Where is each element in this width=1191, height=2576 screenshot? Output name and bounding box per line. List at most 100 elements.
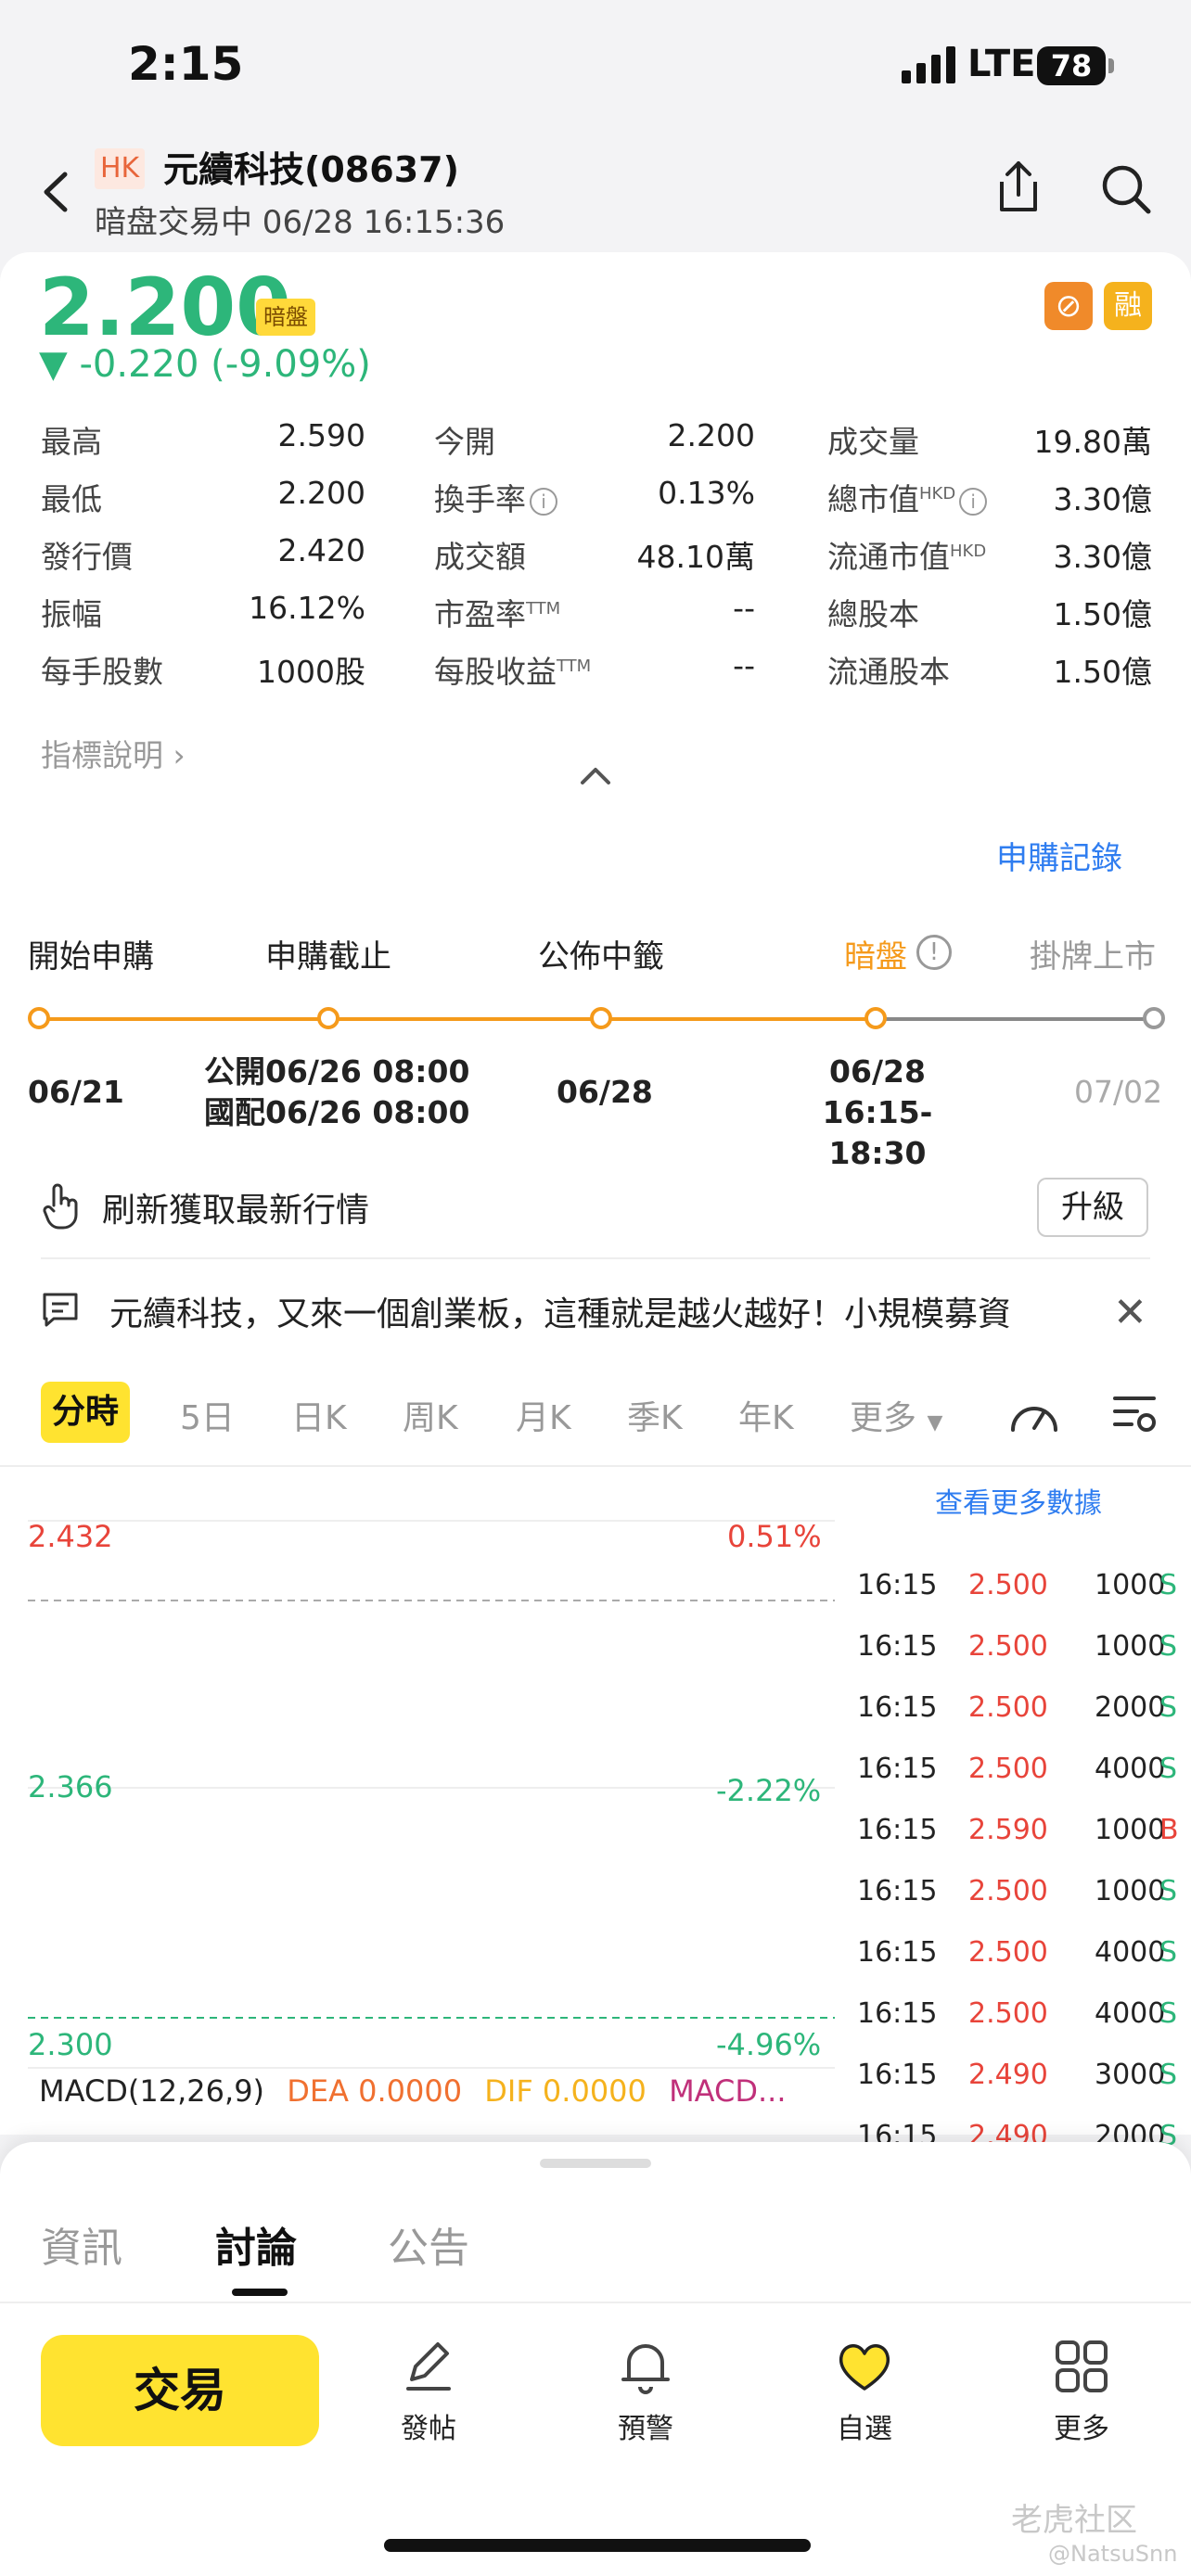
comment-ticker[interactable]: 元續科技，又來一個創業板，這種就是越火越好！小規模募資 bbox=[109, 1287, 1083, 1335]
macd-legend[interactable]: MACD(12,26,9) DEA 0.0000 DIF 0.0000 MACD… bbox=[39, 2073, 787, 2109]
search-icon[interactable] bbox=[1100, 163, 1152, 215]
close-icon[interactable]: ✕ bbox=[1113, 1289, 1147, 1336]
trading-status: 暗盘交易中 06/28 16:15:36 bbox=[95, 204, 506, 241]
tab-news[interactable]: 資訊 bbox=[41, 2214, 122, 2274]
tab-monthly-k[interactable]: 月K bbox=[516, 1391, 571, 1439]
tick-volume: 1000 bbox=[1095, 1814, 1166, 1846]
stat-value: 2.200 bbox=[277, 475, 365, 511]
indicator-explain-link[interactable]: 指標說明 › bbox=[41, 731, 186, 775]
timeline-dot bbox=[864, 1007, 887, 1029]
back-arrow-icon[interactable] bbox=[37, 169, 74, 215]
stat-value: 2.200 bbox=[667, 417, 755, 453]
tick-volume: 1000 bbox=[1095, 1630, 1166, 1663]
tick-volume: 4000 bbox=[1095, 1936, 1166, 1969]
tab-more-label: 更多 bbox=[850, 1399, 917, 1437]
tick-price: 2.500 bbox=[968, 1936, 1048, 1969]
pct-axis-label: -2.22% bbox=[716, 1773, 822, 1808]
tab-more[interactable]: 更多 ▼ bbox=[850, 1391, 942, 1439]
watchlist-label: 自選 bbox=[837, 2413, 892, 2445]
tick-volume: 4000 bbox=[1095, 1753, 1166, 1785]
tick-price: 2.500 bbox=[968, 1875, 1048, 1907]
tab-intraday[interactable]: 分時 bbox=[41, 1382, 131, 1443]
tick-price: 2.590 bbox=[968, 1814, 1048, 1846]
stat-value: 48.10萬 bbox=[636, 539, 755, 575]
timeline-progress bbox=[41, 1017, 876, 1021]
tick-side: S bbox=[1159, 1630, 1178, 1663]
timeline-date: 公開06/26 08:00 國配06/26 08:00 bbox=[204, 1053, 470, 1130]
tab-weekly-k[interactable]: 周K bbox=[403, 1391, 458, 1439]
stat-value: 2.420 bbox=[277, 532, 365, 568]
tick-row: 16:15 2.490 3000 S bbox=[857, 2059, 1191, 2096]
share-icon[interactable] bbox=[992, 159, 1044, 215]
no-short-badge[interactable]: ⊘ bbox=[1044, 282, 1093, 330]
status-time: 2:15 bbox=[128, 37, 244, 91]
info-icon[interactable]: i bbox=[530, 487, 557, 516]
alert-label: 預警 bbox=[618, 2413, 673, 2445]
trade-button[interactable]: 交易 bbox=[41, 2335, 319, 2446]
info-icon[interactable]: i bbox=[959, 487, 988, 516]
timeline-label: 開始申購 bbox=[28, 938, 154, 976]
currency-sup: HKD bbox=[919, 484, 956, 504]
margin-badge[interactable]: 融 bbox=[1104, 282, 1152, 330]
current-price: 2.200 bbox=[39, 261, 292, 354]
tick-side: S bbox=[1159, 1997, 1178, 2030]
refresh-prompt[interactable]: 刷新獲取最新行情 bbox=[102, 1183, 369, 1231]
timeline-label: 掛牌上市 bbox=[1030, 938, 1156, 976]
grid-icon bbox=[1056, 2340, 1108, 2392]
stat-label: 流通市值HKD bbox=[827, 532, 986, 577]
post-button[interactable]: 發帖 bbox=[373, 2337, 484, 2446]
timeline-label-active: 暗盤 bbox=[844, 938, 907, 976]
stat-label: 流通股本 bbox=[827, 654, 950, 690]
stat-label: 今開 bbox=[434, 424, 495, 460]
chart-settings-icon[interactable] bbox=[1111, 1391, 1158, 1437]
stat-label[interactable]: 總市值HKD i bbox=[827, 475, 988, 519]
tab-announcements[interactable]: 公告 bbox=[388, 2214, 469, 2274]
info-icon[interactable]: ! bbox=[916, 935, 952, 970]
tab-discussion[interactable]: 討論 bbox=[215, 2214, 297, 2274]
float-cap-label: 流通市值 bbox=[827, 539, 950, 575]
stat-label: 每手股數 bbox=[41, 654, 163, 690]
tick-time: 16:15 bbox=[857, 1569, 938, 1601]
subscription-record-link[interactable]: 申購記錄 bbox=[996, 833, 1122, 878]
stat-value: 3.30億 bbox=[1053, 481, 1152, 517]
tick-row: 16:15 2.500 4000 S bbox=[857, 1997, 1191, 2034]
watermark-user: @NatsuSnn bbox=[1048, 2541, 1178, 2567]
macd-dif: DIF 0.0000 bbox=[484, 2073, 647, 2109]
more-data-link[interactable]: 查看更多數據 bbox=[935, 1480, 1102, 1521]
heart-icon bbox=[839, 2344, 890, 2391]
sheet-grabber[interactable] bbox=[540, 2159, 651, 2168]
tab-yearly-k[interactable]: 年K bbox=[738, 1391, 794, 1439]
speedometer-icon[interactable] bbox=[1007, 1391, 1061, 1435]
caret-down-icon: ▼ bbox=[927, 1411, 943, 1435]
timeline-dot bbox=[317, 1007, 339, 1029]
stat-label: 最低 bbox=[41, 481, 102, 517]
active-tab-indicator bbox=[232, 2289, 288, 2296]
stats-row: 最高 2.590 今開 2.200 成交量 19.80萬 bbox=[41, 417, 1154, 473]
stat-label: 最高 bbox=[41, 424, 102, 460]
turnover-rate-label: 換手率 bbox=[434, 481, 526, 517]
chevron-up-icon[interactable] bbox=[577, 762, 614, 790]
stats-row: 振幅 16.12% 市盈率TTM -- 總股本 1.50億 bbox=[41, 590, 1154, 645]
tick-volume: 2000 bbox=[1095, 1691, 1166, 1724]
tick-time: 16:15 bbox=[857, 1814, 938, 1846]
stat-label[interactable]: 換手率 i bbox=[434, 475, 557, 519]
tick-time: 16:15 bbox=[857, 1997, 938, 2030]
alert-button[interactable]: 預警 bbox=[590, 2337, 701, 2446]
tick-row: 16:15 2.500 1000 S bbox=[857, 1875, 1191, 1912]
home-indicator[interactable] bbox=[384, 2539, 811, 2552]
stat-value: 1000股 bbox=[257, 654, 365, 690]
stat-label: 市盈率TTM bbox=[434, 590, 560, 634]
watchlist-button[interactable]: 自選 bbox=[809, 2337, 920, 2446]
timeline-dot bbox=[28, 1007, 50, 1029]
eps-label: 每股收益 bbox=[434, 654, 557, 690]
tab-daily-k[interactable]: 日K bbox=[291, 1391, 347, 1439]
tick-time: 16:15 bbox=[857, 2059, 938, 2091]
tab-5day[interactable]: 5日 bbox=[180, 1391, 235, 1439]
tab-quarterly-k[interactable]: 季K bbox=[627, 1391, 683, 1439]
tick-side: S bbox=[1159, 2059, 1178, 2091]
more-button[interactable]: 更多 bbox=[1026, 2337, 1137, 2446]
timeline-remaining bbox=[876, 1017, 1154, 1021]
upgrade-button[interactable]: 升級 bbox=[1037, 1178, 1148, 1237]
tick-side: S bbox=[1159, 1875, 1178, 1907]
tick-time: 16:15 bbox=[857, 1936, 938, 1969]
